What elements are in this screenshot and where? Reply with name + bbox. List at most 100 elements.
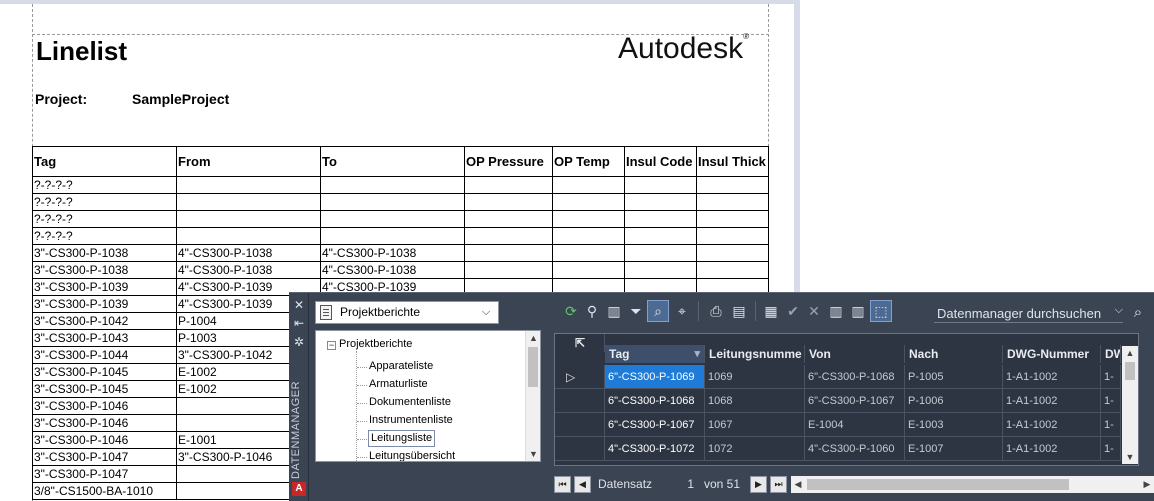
grid-cell[interactable]: 4"-CS300-P-1072 xyxy=(605,437,705,461)
grid-column-header[interactable]: Tag ▾ xyxy=(605,345,705,363)
table-row: ?-?-?-? xyxy=(32,227,769,245)
tree-item[interactable]: Leitungsliste xyxy=(367,430,436,447)
table-cell xyxy=(552,176,625,194)
scroll-up-icon[interactable]: ▲ xyxy=(526,331,540,345)
first-record-icon[interactable]: ⏮ xyxy=(554,476,571,493)
scroll-down-icon[interactable]: ▼ xyxy=(526,447,540,461)
grid-column-header[interactable]: Nach xyxy=(905,345,1003,363)
grid-row[interactable]: 6"-CS300-P-1067 1067 E-1004 E-1003 1-A1-1002… xyxy=(555,413,1138,437)
chevron-down-icon[interactable]: ⌵ xyxy=(1115,304,1123,317)
last-record-icon[interactable]: ⏭ xyxy=(770,476,787,493)
grid-cell[interactable]: 6"-CS300-P-1067 xyxy=(805,389,905,413)
tree-item[interactable]: Leitungsübersicht xyxy=(369,449,455,461)
scroll-down-icon[interactable]: ▼ xyxy=(1122,450,1138,464)
row-header[interactable] xyxy=(555,437,605,461)
grid-scrollbar[interactable]: ▲ ▼ xyxy=(1122,346,1138,464)
table-cell xyxy=(552,244,625,262)
grid-cell[interactable]: 6"-CS300-P-1067 xyxy=(605,413,705,437)
grid-cell[interactable]: 1068 xyxy=(705,389,805,413)
print-icon[interactable]: ⎙ xyxy=(706,301,726,321)
tree-item[interactable]: Instrumentenliste xyxy=(369,413,453,428)
grid-column-header[interactable]: DW xyxy=(1101,345,1121,363)
row-header[interactable] xyxy=(555,389,605,413)
grid-cell[interactable]: 1072 xyxy=(705,437,805,461)
grid-cell[interactable]: 1067 xyxy=(705,413,805,437)
grid-cell[interactable]: 1-A1-1002 xyxy=(1003,365,1101,389)
collapse-icon[interactable]: − xyxy=(327,341,336,350)
grid-column-header[interactable]: Leitungsnumme xyxy=(705,345,805,363)
grid-cell[interactable]: P-1005 xyxy=(905,365,1003,389)
tree-item[interactable]: Dokumentenliste xyxy=(369,395,451,410)
toolbar-separator xyxy=(755,301,756,321)
grid-cell[interactable]: 1069 xyxy=(705,365,805,389)
grid-row[interactable]: 4"-CS300-P-1072 1072 4"-CS300-P-1060 E-1007… xyxy=(555,437,1138,461)
grid-cell[interactable]: 1- xyxy=(1101,437,1121,461)
grid-cell[interactable]: 1-A1-1002 xyxy=(1003,413,1101,437)
import-icon[interactable]: ▦ xyxy=(761,301,781,321)
grid-cell[interactable]: 1- xyxy=(1101,389,1121,413)
zoom-to-icon[interactable]: ⚲ xyxy=(582,301,602,321)
palette-title-strip[interactable]: ✕ ⇤ ✲ DATENMANAGER A xyxy=(289,293,309,501)
previous-record-icon[interactable]: ◀ xyxy=(574,476,591,493)
scroll-thumb[interactable] xyxy=(528,347,538,387)
scroll-up-icon[interactable]: ▲ xyxy=(1122,346,1138,360)
grid-cell[interactable]: E-1007 xyxy=(905,437,1003,461)
sort-arrow-icon[interactable]: ▾ xyxy=(694,345,700,363)
grid-cell[interactable]: P-1006 xyxy=(905,389,1003,413)
grid-row[interactable]: 6"-CS300-P-1068 1068 6"-CS300-P-1067 P-1006… xyxy=(555,389,1138,413)
table-cell: 3"-CS300-P-1039 xyxy=(32,295,177,313)
reject-icon[interactable]: ✕ xyxy=(804,301,824,321)
row-header[interactable] xyxy=(555,413,605,437)
grid-cell[interactable]: 1- xyxy=(1101,413,1121,437)
table-cell: ?-?-?-? xyxy=(32,193,177,211)
filter-icon[interactable]: ⏷ xyxy=(626,301,646,321)
refresh-icon[interactable]: ⟳ xyxy=(561,301,581,321)
current-row-arrow-icon[interactable]: ▷ xyxy=(555,365,605,389)
select-cursor-icon[interactable]: ⌖ xyxy=(672,301,692,321)
table-cell: 3"-CS300-P-1046 xyxy=(32,397,177,415)
lasso-icon[interactable]: ⬚ xyxy=(870,300,892,322)
table-cell: 3"-CS300-P-1044 xyxy=(32,346,177,364)
search-icon[interactable]: ⌕ xyxy=(1128,303,1148,323)
search-box[interactable]: ⌵ xyxy=(934,303,1123,323)
search-active-icon[interactable]: ⌕ xyxy=(647,300,669,322)
grid-cell[interactable]: E-1004 xyxy=(805,413,905,437)
tree-root[interactable]: Projektberichte xyxy=(339,337,412,352)
close-icon[interactable]: ✕ xyxy=(292,298,306,312)
grid-cell[interactable]: 4"-CS300-P-1060 xyxy=(805,437,905,461)
grid-cell[interactable]: E-1003 xyxy=(905,413,1003,437)
grid-cell[interactable]: 1- xyxy=(1101,365,1121,389)
scroll-thumb[interactable] xyxy=(807,479,1069,490)
scroll-left-icon[interactable]: ◀ xyxy=(791,476,805,493)
registered-mark-icon: ® xyxy=(743,32,749,41)
autohide-icon[interactable]: ⇤ xyxy=(292,316,306,330)
grid-cell[interactable]: 1-A1-1002 xyxy=(1003,389,1101,413)
accept-all-icon[interactable]: ▥ xyxy=(826,301,846,321)
grid-column-header[interactable]: Von xyxy=(805,345,905,363)
next-record-icon[interactable]: ▶ xyxy=(750,476,767,493)
grid-cell[interactable]: 6"-CS300-P-1069 xyxy=(605,365,705,389)
properties-gear-icon[interactable]: ✲ xyxy=(292,335,306,349)
tree-item[interactable]: Apparateliste xyxy=(369,359,433,374)
grid-horizontal-scrollbar[interactable]: ◀ ▶ xyxy=(791,476,1154,493)
view-select[interactable]: Projektberichte ⌵ xyxy=(315,301,499,324)
grid-row[interactable]: ▷ 6"-CS300-P-1069 1069 6"-CS300-P-1068 P-100… xyxy=(555,365,1138,389)
grid-column-label: DW xyxy=(1105,347,1120,361)
accept-icon[interactable]: ✔ xyxy=(783,301,803,321)
record-current[interactable]: 1 xyxy=(680,477,694,491)
tree-item[interactable]: Armaturliste xyxy=(369,377,428,392)
grid-cell[interactable]: 1-A1-1002 xyxy=(1003,437,1101,461)
scroll-right-icon[interactable]: ▶ xyxy=(1140,476,1154,493)
grid-cell[interactable]: 6"-CS300-P-1068 xyxy=(805,365,905,389)
columns-icon[interactable]: ▥ xyxy=(604,301,624,321)
export-icon[interactable]: ▤ xyxy=(729,301,749,321)
scroll-thumb[interactable] xyxy=(1125,362,1135,380)
chevron-down-icon[interactable]: ⌵ xyxy=(477,303,495,322)
grid-column-header[interactable]: DWG-Nummer xyxy=(1003,345,1101,363)
project-label: Project: xyxy=(35,91,88,107)
grid-cell[interactable]: 6"-CS300-P-1068 xyxy=(605,389,705,413)
search-input[interactable] xyxy=(937,304,1107,322)
reject-all-icon[interactable]: ▥ xyxy=(848,301,868,321)
datenmanager-palette: ✕ ⇤ ✲ DATENMANAGER A Projektberichte ⌵ −… xyxy=(289,292,1154,501)
tree-scrollbar[interactable]: ▲ ▼ xyxy=(525,331,540,461)
